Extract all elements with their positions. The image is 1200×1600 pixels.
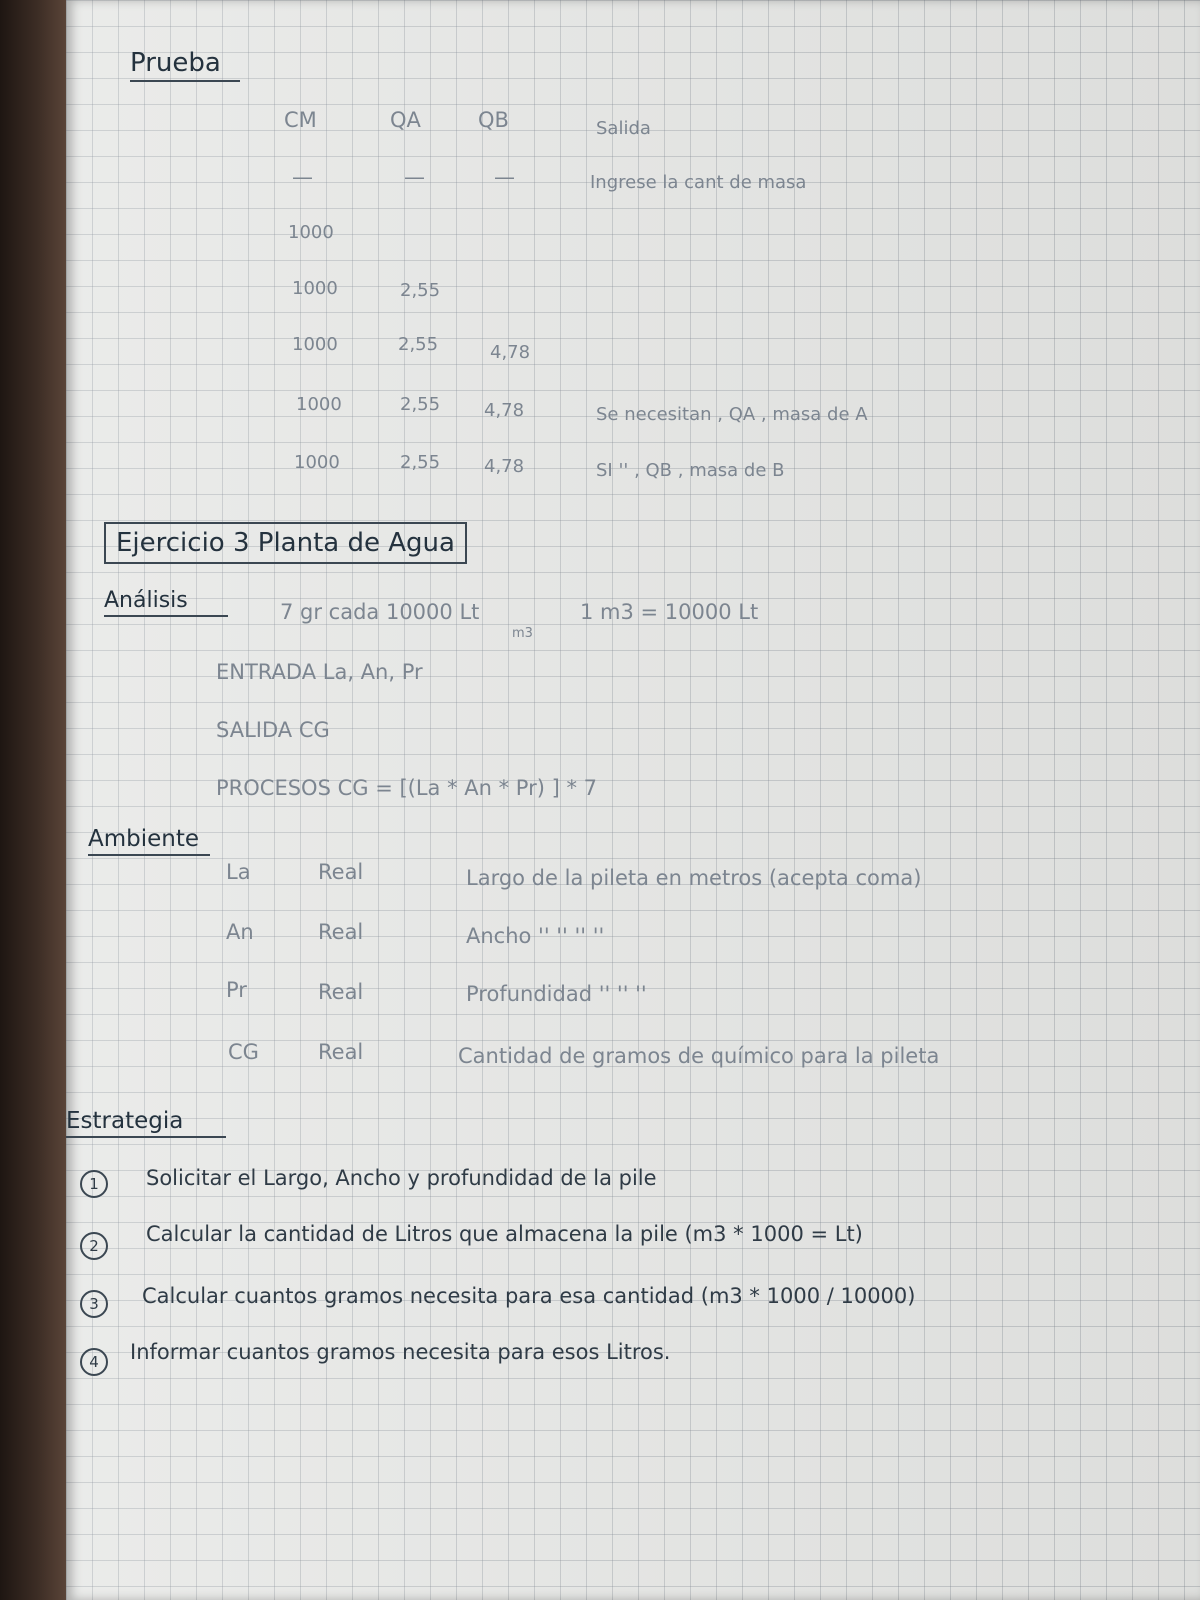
step-number-badge: 4 — [80, 1348, 108, 1376]
var-description: Ancho '' '' '' '' — [466, 924, 605, 948]
table-cell: 2,55 — [400, 452, 441, 473]
col-header-qb: QB — [478, 108, 509, 132]
table-cell: 1000 — [288, 222, 334, 243]
table-cell: 1000 — [292, 334, 338, 355]
col-header-cm: CM — [284, 108, 317, 132]
strategy-step: Calcular cuantos gramos necesita para es… — [142, 1284, 916, 1308]
var-name: An — [226, 920, 254, 944]
estrategia-title: Estrategia — [66, 1108, 226, 1138]
analisis-salida: SALIDA CG — [216, 718, 330, 742]
table-cell: — — [404, 165, 425, 189]
table-cell: 2,55 — [400, 394, 441, 415]
table-cell: Ingrese la cant de masa — [590, 172, 807, 193]
var-name: Pr — [226, 978, 247, 1002]
strategy-step: Informar cuantos gramos necesita para es… — [130, 1340, 671, 1364]
var-name: CG — [228, 1040, 259, 1064]
table-cell: 2,55 — [400, 280, 441, 301]
table-cell: 4,78 — [484, 456, 525, 477]
var-name: La — [226, 860, 251, 884]
var-type: Real — [318, 860, 364, 884]
step-number-badge: 2 — [80, 1232, 108, 1260]
strategy-step: Solicitar el Largo, Ancho y profundidad … — [146, 1166, 657, 1190]
table-cell: 2,55 — [398, 334, 439, 355]
analisis-note-ratio: 7 gr cada 10000 Lt — [280, 600, 480, 624]
analisis-title: Análisis — [104, 588, 228, 617]
table-cell: — — [292, 165, 313, 189]
var-type: Real — [318, 980, 364, 1004]
prueba-title: Prueba — [130, 48, 240, 82]
table-cell: 4,78 — [484, 400, 525, 421]
table-cell: 4,78 — [490, 342, 531, 363]
table-cell: SI '' , QB , masa de B — [596, 460, 785, 481]
exercise-title: Ejercicio 3 Planta de Agua — [104, 522, 467, 564]
analisis-entrada: ENTRADA La, An, Pr — [216, 660, 423, 684]
step-number-badge: 3 — [80, 1290, 108, 1318]
table-cell: — — [494, 165, 515, 189]
analisis-procesos: PROCESOS CG = [(La * An * Pr) ] * 7 — [216, 776, 597, 800]
analisis-note-unit: m3 — [512, 626, 533, 641]
analisis-note-conversion: 1 m3 = 10000 Lt — [580, 600, 759, 624]
var-description: Cantidad de gramos de químico para la pi… — [458, 1044, 940, 1068]
col-header-salida: Salida — [596, 118, 651, 139]
table-cell: 1000 — [294, 452, 340, 473]
strategy-step: Calcular la cantidad de Litros que almac… — [146, 1222, 863, 1246]
col-header-qa: QA — [390, 108, 421, 132]
table-cell: 1000 — [296, 394, 342, 415]
step-number-badge: 1 — [80, 1170, 108, 1198]
var-type: Real — [318, 1040, 364, 1064]
table-surface — [0, 0, 66, 1600]
var-type: Real — [318, 920, 364, 944]
table-cell: Se necesitan , QA , masa de A — [596, 404, 868, 425]
var-description: Largo de la pileta en metros (acepta com… — [466, 866, 922, 890]
table-cell: 1000 — [292, 278, 338, 299]
var-description: Profundidad '' '' '' — [466, 982, 647, 1006]
ambiente-title: Ambiente — [88, 826, 210, 856]
